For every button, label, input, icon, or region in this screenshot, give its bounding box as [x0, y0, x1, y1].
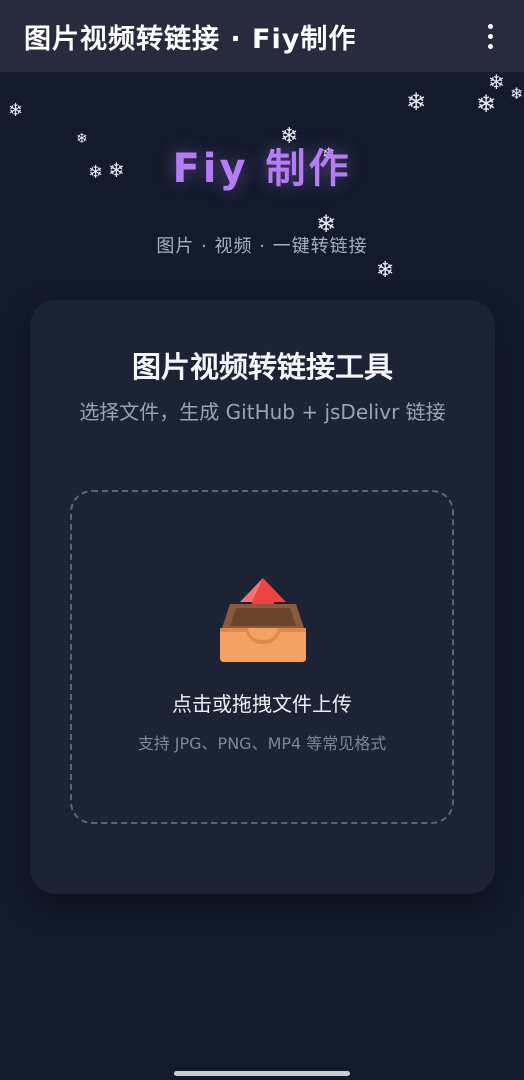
snowflake-icon: ❄ — [8, 100, 24, 121]
page-subtitle: 图片 · 视频 · 一键转链接 — [156, 236, 368, 257]
snowflake-icon: ❄ — [510, 84, 524, 103]
home-indicator[interactable] — [174, 1071, 350, 1076]
snowflake-icon: ❄ — [406, 88, 427, 116]
menu-dot — [487, 43, 493, 49]
upload-card: 图片视频转链接工具 选择文件，生成 GitHub + jsDelivr 链接 点… — [30, 300, 495, 894]
snowflake-icon: ❄ — [488, 70, 505, 94]
card-description: 选择文件，生成 GitHub + jsDelivr 链接 — [79, 400, 446, 424]
dropzone-hint: 支持 JPG、PNG、MP4 等常见格式 — [137, 734, 387, 753]
snowflake-icon: ❄ — [476, 90, 497, 118]
app-screen: 图片视频转链接 · Fiy制作 ❄ ❄ ❄ ❄ ❄ ❄ ❄ ❄ ❄ ❄ ❄ ❄ … — [0, 0, 524, 1080]
more-vert-icon[interactable] — [478, 16, 502, 56]
card-title: 图片视频转链接工具 — [131, 350, 393, 384]
menu-dot — [487, 33, 493, 39]
upload-tray-icon — [220, 578, 306, 662]
file-dropzone[interactable]: 点击或拖拽文件上传 支持 JPG、PNG、MP4 等常见格式 — [70, 490, 454, 824]
menu-dot — [487, 23, 493, 29]
brand-title: Fiy 制作 — [172, 146, 352, 192]
app-title: 图片视频转链接 · Fiy制作 — [24, 23, 357, 55]
dropzone-title: 点击或拖拽文件上传 — [172, 692, 352, 716]
snowflake-icon: ❄ — [376, 258, 395, 283]
app-bar: 图片视频转链接 · Fiy制作 — [0, 0, 524, 72]
